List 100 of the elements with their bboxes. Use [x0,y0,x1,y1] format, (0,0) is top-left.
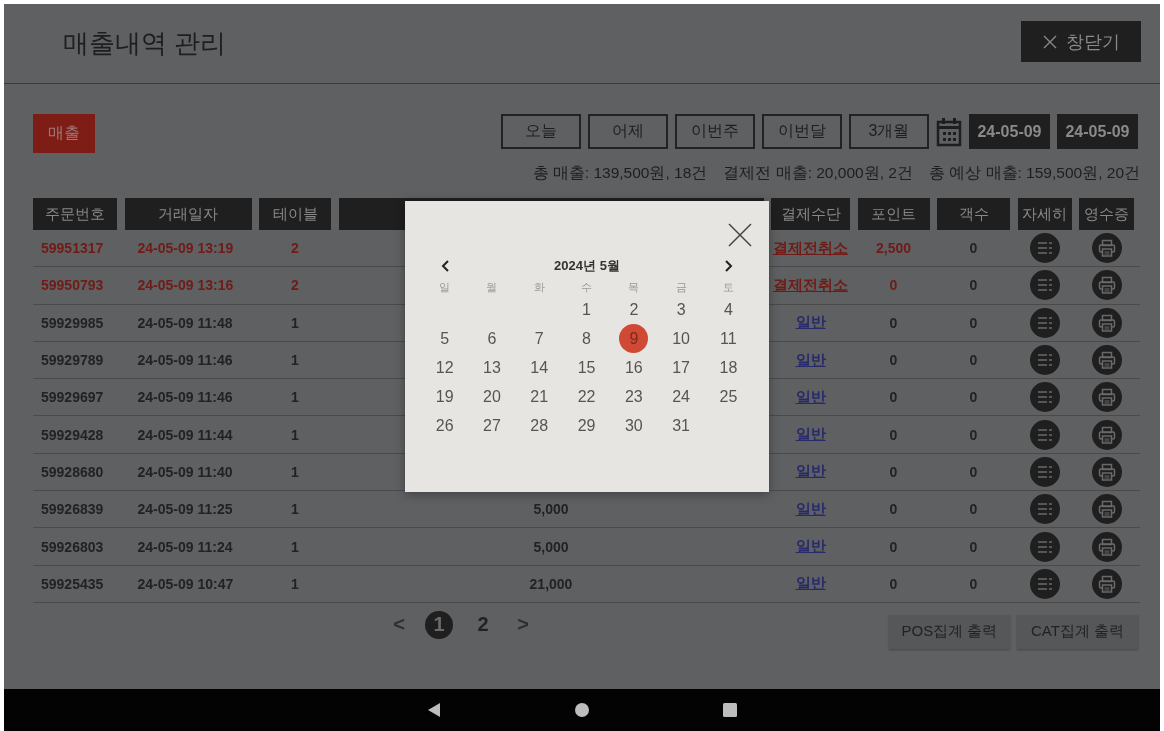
table-cell-text: 2 [290,277,300,294]
printer-icon[interactable] [1091,233,1122,264]
details-icon[interactable] [1029,233,1060,264]
calendar-day[interactable]: 16 [619,353,649,382]
column-header: 영수증 [1079,198,1134,230]
order-number-cell-text: 59929789 [40,352,105,369]
order-number-cell-text: 59929428 [40,426,105,443]
calendar-day[interactable]: 6 [477,324,507,353]
column-header: 거래일자 [124,198,252,230]
home-icon[interactable] [575,703,589,717]
printer-icon[interactable] [1091,345,1122,376]
calendar-day[interactable]: 5 [430,324,460,353]
guests-cell-text: 0 [968,277,979,294]
calendar-day[interactable]: 24 [666,382,696,411]
calendar-icon[interactable] [936,116,962,147]
date-cell-text: 24-05-09 11:46 [136,352,234,369]
calendar-day[interactable]: 8 [572,324,602,353]
calendar-day[interactable]: 12 [430,353,460,382]
date-cell-text: 24-05-09 10:47 [136,575,235,592]
details-icon[interactable] [1029,419,1060,450]
points-cell-text: 0 [888,538,899,555]
details-icon[interactable] [1029,531,1060,562]
weekday-label: 금 [674,279,688,295]
table-cell-text: 1 [290,352,300,369]
calendar-day[interactable]: 3 [666,295,696,324]
guests-cell-text: 0 [968,463,979,480]
start-date-field[interactable]: 24-05-09 [969,114,1050,149]
calendar-day[interactable]: 4 [713,295,743,324]
printer-icon[interactable] [1091,494,1122,525]
calendar-day[interactable]: 17 [666,353,696,382]
details-icon[interactable] [1029,270,1060,301]
order-number-cell-text: 59951317 [40,240,105,257]
column-header: 결제수단 [771,198,850,230]
table-cell-text: 1 [290,314,300,331]
column-header: 객수 [937,198,1010,230]
weekday-label: 화 [532,279,546,295]
close-icon [1042,33,1058,50]
calendar-day[interactable]: 18 [713,353,743,382]
printer-icon[interactable] [1091,270,1122,301]
guests-cell-text: 0 [968,538,979,555]
date-cell-text: 24-05-09 13:16 [136,277,235,294]
table-cell-text: 2 [290,240,300,257]
calendar-day[interactable]: 31 [666,411,696,440]
close-button[interactable]: 창닫기 [1021,21,1141,62]
calendar-day[interactable]: 15 [572,353,602,382]
calendar-day[interactable]: 2 [619,295,649,324]
printer-icon[interactable] [1091,531,1122,562]
end-date-field[interactable]: 24-05-09 [1057,114,1138,149]
printer-icon[interactable] [1091,419,1122,450]
chevron-left-icon[interactable] [441,260,449,272]
guests-cell-text: 0 [968,240,979,257]
details-icon[interactable] [1029,307,1060,338]
column-header: 주문번호 [33,198,117,230]
order-number-cell-text: 59929697 [40,389,105,406]
page-number[interactable]: 1 [425,610,453,639]
calendar-day[interactable]: 25 [713,382,743,411]
date-cell-text: 24-05-09 11:25 [136,501,234,518]
calendar-day[interactable]: 10 [666,324,696,353]
calendar-day[interactable]: 30 [619,411,649,440]
back-icon[interactable] [427,702,441,718]
table-cell-text: 1 [290,463,300,480]
calendar-day[interactable]: 13 [477,353,507,382]
points-cell-text: 0 [888,277,899,294]
printer-icon[interactable] [1091,568,1122,599]
calendar-day[interactable]: 29 [572,411,602,440]
calendar-day[interactable]: 7 [524,324,554,353]
weekday-label: 수 [580,279,594,295]
points-cell-text: 0 [888,501,899,518]
calendar-day[interactable]: 21 [524,382,554,411]
points-cell-text: 0 [888,463,899,480]
calendar-day[interactable]: 14 [524,353,554,382]
printer-icon[interactable] [1091,307,1122,338]
table-cell-text: 1 [290,389,300,406]
points-cell-text: 0 [888,314,899,331]
details-icon[interactable] [1029,568,1060,599]
calendar-day[interactable]: 22 [572,382,602,411]
sales-summary: 총 예상 매출: 159,500원, 20건 [928,163,1140,183]
calendar-day[interactable]: 27 [477,411,507,440]
guests-cell-text: 0 [968,426,979,443]
calendar-day[interactable]: 11 [713,324,743,353]
details-icon[interactable] [1029,456,1060,487]
column-header: 자세히 [1017,198,1072,230]
details-icon[interactable] [1029,494,1060,525]
calendar-day[interactable]: 28 [524,411,554,440]
printer-icon[interactable] [1091,456,1122,487]
calendar-day[interactable]: 19 [430,382,460,411]
details-icon[interactable] [1029,382,1060,413]
order-number-cell-text: 59929985 [40,314,105,331]
calendar-day[interactable]: 23 [619,382,649,411]
details-icon[interactable] [1029,345,1060,376]
chevron-right-icon[interactable] [725,260,733,272]
calendar-day[interactable]: 26 [430,411,460,440]
sales-summary: 총 매출: 139,500원, 18건 [532,163,708,183]
weekday-label: 월 [485,279,499,295]
calendar-day[interactable]: 1 [572,295,602,324]
table-cell-text: 1 [290,501,300,518]
calendar-day[interactable]: 20 [477,382,507,411]
points-cell-text: 0 [888,426,899,443]
printer-icon[interactable] [1091,382,1122,413]
close-icon[interactable] [728,223,752,247]
